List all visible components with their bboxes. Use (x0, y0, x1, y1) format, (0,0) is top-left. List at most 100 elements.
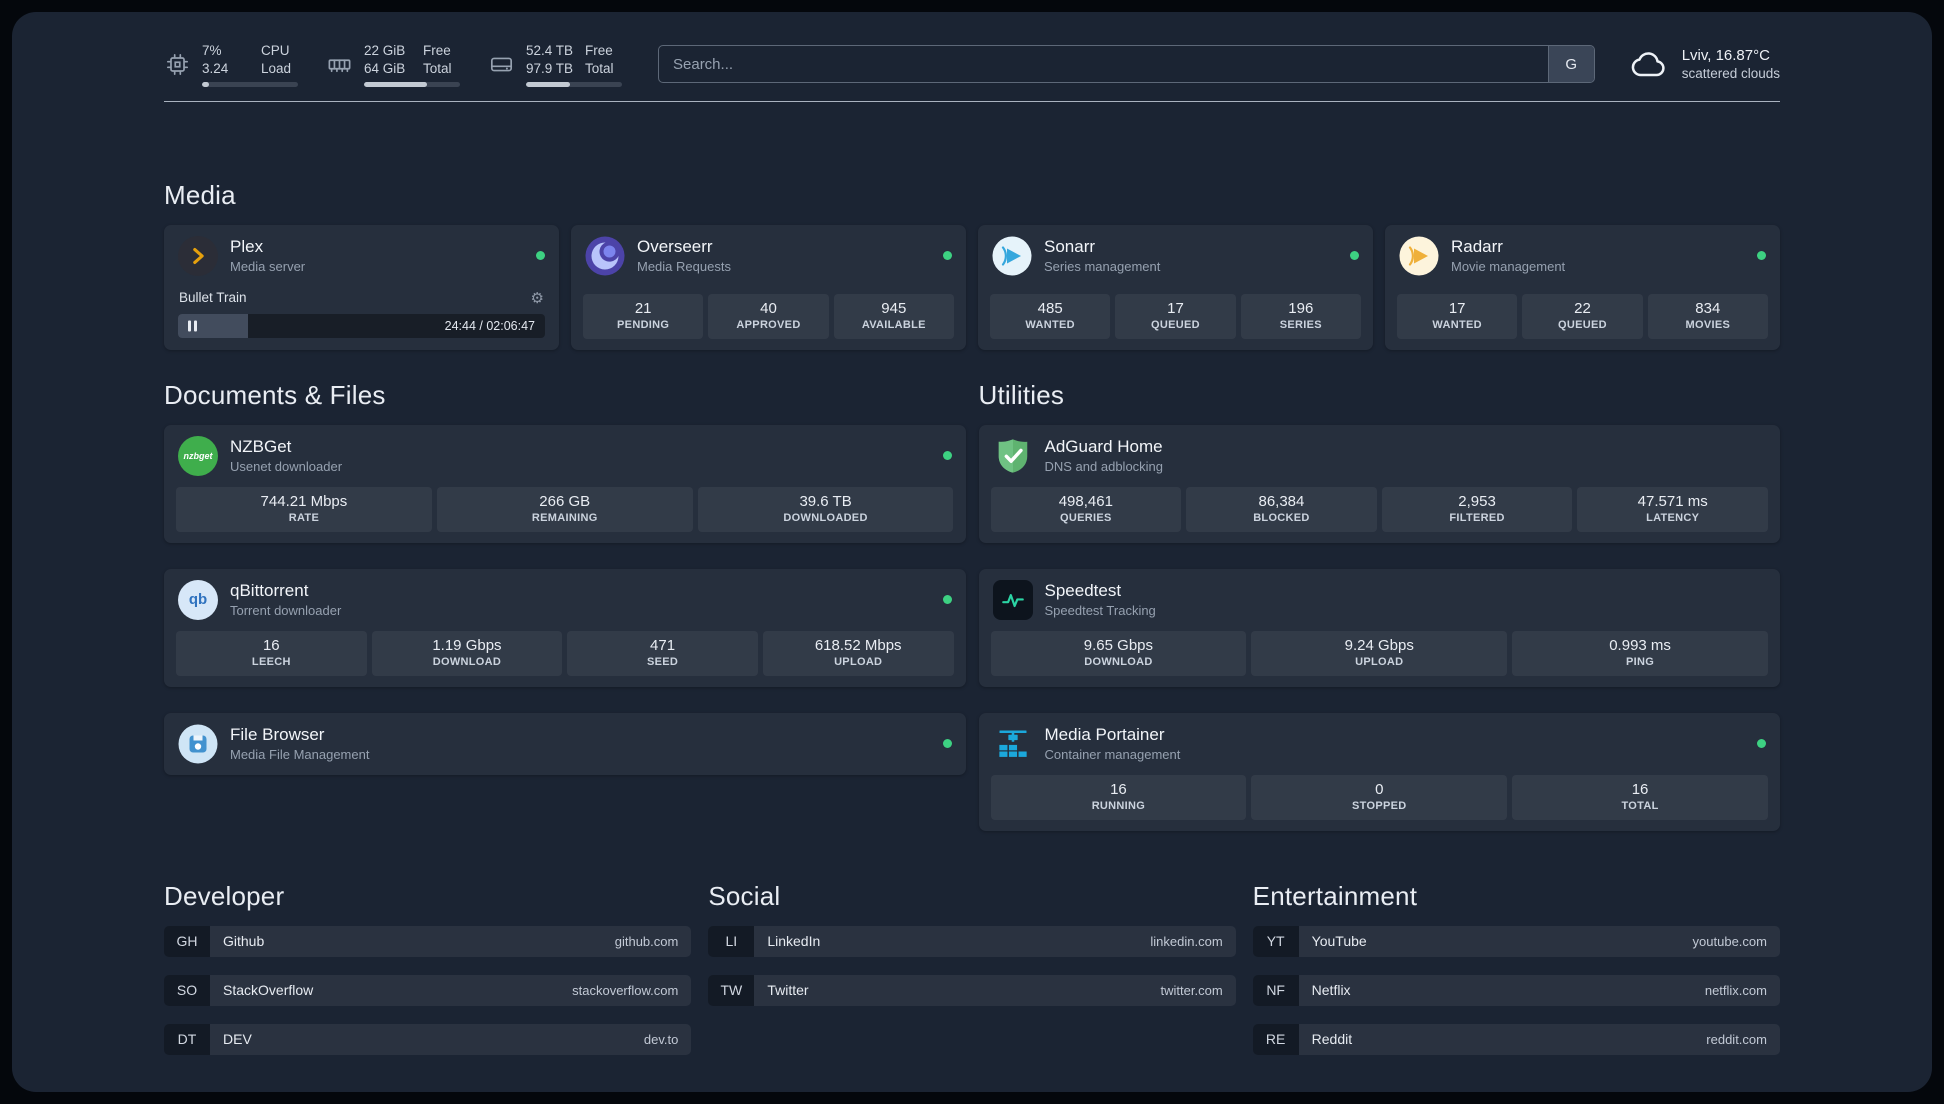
cpu-load-value: 3.24 (202, 60, 229, 76)
speedtest-card[interactable]: Speedtest Speedtest Tracking 9.65 Gbps D… (978, 568, 1780, 687)
app-title: Speedtest (1044, 581, 1122, 601)
stat-label: DOWNLOAD (1084, 655, 1153, 668)
plex-card[interactable]: Plex Media server Bullet Train ⚙ 24:44 /… (164, 224, 559, 350)
stat-value: 0.993 ms (1609, 636, 1671, 654)
memory-readout: 22 GiB Free 64 GiB Total (364, 42, 460, 87)
bookmark-netflix[interactable]: NF Netflix netflix.com (1252, 974, 1780, 1006)
stat-tile: 86,384 BLOCKED (1186, 486, 1377, 532)
app-title: qBittorrent (230, 581, 309, 601)
stat-value: 17 (1448, 299, 1466, 317)
bookmark-abbr: YT (1252, 925, 1299, 957)
stat-label: RUNNING (1091, 799, 1146, 812)
bookmarks-entertainment: Entertainment YT YouTube youtube.com NF … (1252, 880, 1780, 1055)
stat-label: TOTAL (1621, 799, 1659, 812)
bookmark-domain: stackoverflow.com (572, 982, 679, 998)
weather-location: Lviv, 16.87°C (1681, 46, 1770, 64)
weather-condition: scattered clouds (1681, 66, 1780, 82)
stat-tile: 471 SEED (567, 630, 758, 676)
cpu-usage-bar (202, 81, 298, 87)
stat-tile: 9.24 Gbps UPLOAD (1251, 630, 1508, 676)
stat-value: 86,384 (1258, 492, 1305, 510)
stat-label: FILTERED (1449, 511, 1505, 524)
stat-label: APPROVED (736, 318, 801, 331)
disk-free-value: 52.4 TB (526, 43, 574, 58)
overseerr-card[interactable]: Overseerr Media Requests 21 PENDING 40 A… (571, 224, 966, 350)
cpu-label-bottom: Load (261, 60, 292, 76)
bookmark-name: YouTube (1311, 933, 1367, 950)
adguard-card[interactable]: AdGuard Home DNS and adblocking 498,461 … (978, 424, 1780, 543)
bookmarks-section: Developer GH Github github.com SO StackO… (164, 881, 1780, 1092)
bookmark-domain: netflix.com (1704, 982, 1767, 998)
stat-tile: 0 STOPPED (1251, 774, 1508, 820)
stat-value: 744.21 Mbps (260, 492, 348, 510)
nzbget-icon: nzbget (178, 435, 218, 476)
cpu-usage-fill (202, 81, 209, 87)
documents-heading: Documents & Files (164, 379, 386, 410)
portainer-icon (993, 724, 1033, 764)
gear-icon[interactable]: ⚙ (531, 289, 544, 307)
weather-text: Lviv, 16.87°C scattered clouds (1682, 46, 1780, 83)
dashboard-content: 7% CPU 3.24 Load 22 GiB Free 64 GiB Tota… (12, 42, 1932, 1092)
stat-value: 498,461 (1058, 492, 1113, 510)
topbar: 7% CPU 3.24 Load 22 GiB Free 64 GiB Tota… (164, 42, 1780, 87)
app-subtitle: Torrent downloader (230, 603, 342, 619)
status-dot (1757, 739, 1766, 749)
app-title: NZBGet (230, 437, 292, 457)
stat-value: 618.52 Mbps (814, 636, 902, 654)
entertainment-heading: Entertainment (1252, 880, 1418, 911)
search-provider-button[interactable]: G (1547, 46, 1594, 83)
filebrowser-card[interactable]: File Browser Media File Management (164, 712, 966, 775)
search-input[interactable] (659, 46, 1548, 83)
stat-tile: 618.52 Mbps UPLOAD (762, 630, 954, 676)
bookmark-domain: linkedin.com (1150, 933, 1223, 949)
utilities-heading: Utilities (978, 379, 1065, 410)
bookmark-linkedin[interactable]: LI LinkedIn linkedin.com (708, 925, 1236, 957)
disk-usage-bar (526, 81, 622, 87)
stat-tile: 0.993 ms PING (1512, 630, 1768, 676)
stat-tile: 744.21 Mbps RATE (176, 486, 432, 532)
bookmark-abbr: DT (164, 1023, 210, 1055)
playback-progress-bar[interactable]: 24:44 / 02:06:47 (178, 313, 545, 338)
disk-widget: 52.4 TB Free 97.9 TB Total (488, 42, 622, 87)
speedtest-icon (992, 579, 1033, 620)
bookmark-youtube[interactable]: YT YouTube youtube.com (1252, 925, 1780, 957)
bookmark-github[interactable]: GH Github github.com (164, 925, 692, 957)
stat-value: 9.24 Gbps (1344, 636, 1414, 654)
memory-total-label: Total (423, 60, 452, 76)
bookmark-domain: youtube.com (1692, 933, 1767, 949)
memory-usage-fill (364, 81, 428, 87)
status-dot (942, 451, 952, 461)
memory-free-value: 22 GiB (364, 43, 406, 58)
status-dot (942, 739, 952, 749)
pause-icon[interactable] (188, 320, 197, 332)
bookmark-reddit[interactable]: RE Reddit reddit.com (1252, 1023, 1780, 1055)
bookmark-stackoverflow[interactable]: SO StackOverflow stackoverflow.com (164, 974, 692, 1006)
stat-value: 2,953 (1458, 492, 1496, 510)
stat-value: 22 (1574, 299, 1591, 317)
sonarr-card[interactable]: Sonarr Series management 485 WANTED 17 Q… (978, 224, 1373, 350)
app-title: Radarr (1451, 237, 1503, 257)
stat-value: 471 (650, 636, 676, 654)
cloud-icon (1631, 52, 1665, 77)
status-dot (1757, 251, 1766, 261)
adguard-icon (993, 436, 1033, 476)
stat-value: 16 (262, 636, 280, 654)
qbittorrent-card[interactable]: qb qBittorrent Torrent downloader 16 LEE… (164, 568, 966, 687)
stat-tile: 47.571 ms LATENCY (1577, 486, 1768, 532)
bookmark-dev[interactable]: DT DEV dev.to (164, 1023, 692, 1055)
stat-tile: 945 AVAILABLE (833, 293, 954, 339)
cpu-label-top: CPU (261, 43, 290, 58)
stat-value: 16 (1631, 780, 1649, 798)
radarr-card[interactable]: Radarr Movie management 17 WANTED 22 QUE… (1385, 224, 1780, 350)
bookmark-name: Reddit (1311, 1031, 1353, 1048)
bookmark-twitter[interactable]: TW Twitter twitter.com (708, 974, 1236, 1006)
nzbget-card[interactable]: nzbget NZBGet Usenet downloader 744.21 M… (164, 424, 966, 543)
stat-tile: 1.19 Gbps DOWNLOAD (371, 630, 563, 676)
stat-value: 39.6 TB (799, 492, 852, 510)
now-playing-title: Bullet Train (179, 290, 247, 306)
memory-total-value: 64 GiB (364, 60, 406, 76)
plex-icon (178, 235, 218, 276)
stat-label: DOWNLOADED (783, 511, 868, 524)
dashboard-panel: 7% CPU 3.24 Load 22 GiB Free 64 GiB Tota… (12, 12, 1932, 1092)
portainer-card[interactable]: Media Portainer Container management 16 … (978, 712, 1780, 831)
